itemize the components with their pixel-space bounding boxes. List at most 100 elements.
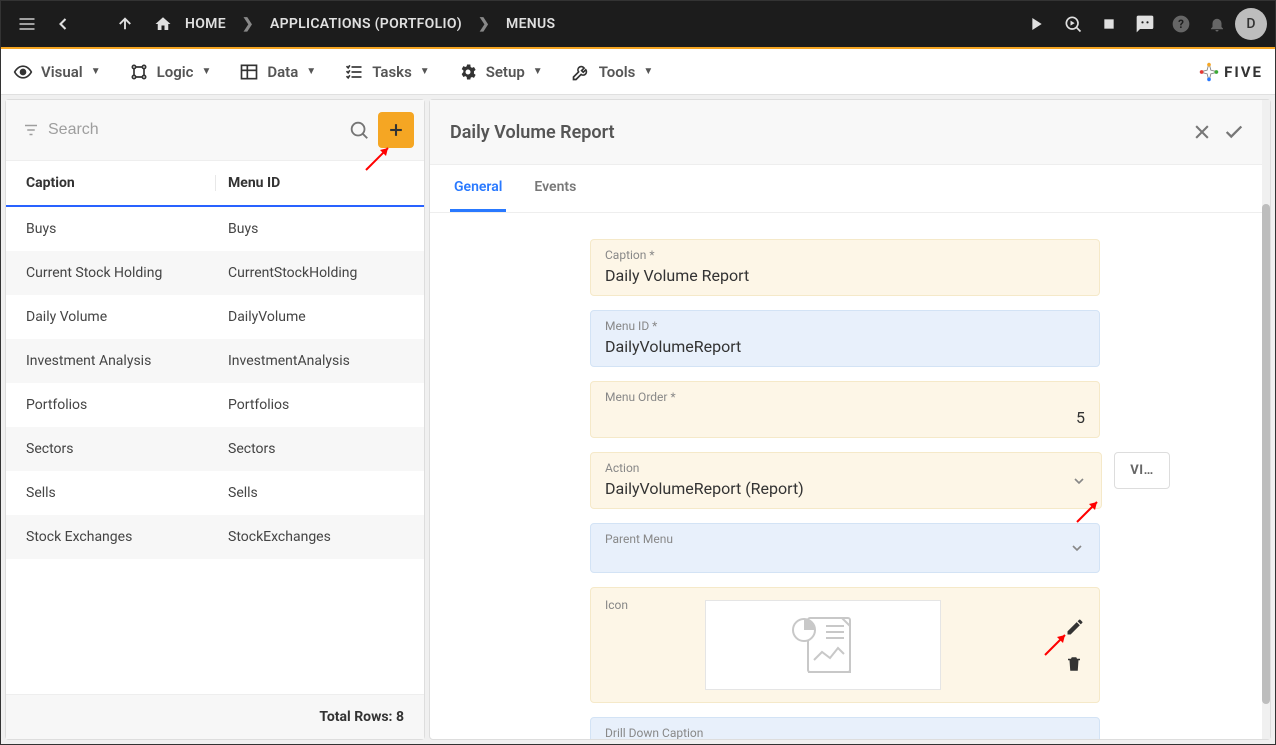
scrollbar-thumb[interactable] xyxy=(1262,204,1270,704)
menu-label: Logic xyxy=(157,63,194,81)
view-button[interactable]: VI… xyxy=(1114,452,1170,489)
menu-data[interactable]: Data▼ xyxy=(239,62,316,82)
play-icon[interactable] xyxy=(1019,6,1055,42)
cell-caption: Portfolios xyxy=(26,397,216,413)
field-menuid[interactable]: Menu ID * DailyVolumeReport xyxy=(590,310,1100,367)
menu-label: Visual xyxy=(41,63,83,81)
search-row xyxy=(6,100,424,161)
tab-events[interactable]: Events xyxy=(530,165,580,212)
cell-menuid: Sectors xyxy=(228,441,404,457)
stop-icon[interactable] xyxy=(1091,6,1127,42)
cell-menuid: DailyVolume xyxy=(228,309,404,325)
field-label: Action xyxy=(605,461,1087,475)
menu-tasks[interactable]: Tasks▼ xyxy=(344,62,430,82)
crumb-menus[interactable]: MENUS xyxy=(500,12,561,36)
column-menuid[interactable]: Menu ID xyxy=(228,175,404,191)
table-header: Caption Menu ID xyxy=(6,161,424,207)
table-row[interactable]: Sells Sells xyxy=(6,471,424,515)
search-icon[interactable] xyxy=(348,119,370,141)
cell-menuid: CurrentStockHolding xyxy=(228,265,404,281)
chevron-right-icon: ❯ xyxy=(472,16,496,32)
topbar: HOME ❯ APPLICATIONS (PORTFOLIO) ❯ MENUS … xyxy=(1,1,1275,49)
crumb-home[interactable]: HOME xyxy=(179,12,232,36)
field-parent-menu[interactable]: Parent Menu xyxy=(590,523,1100,573)
column-caption[interactable]: Caption xyxy=(26,175,216,191)
delete-icon[interactable] xyxy=(1065,655,1085,673)
menu-label: Data xyxy=(267,63,298,81)
field-value: DailyVolumeReport (Report) xyxy=(605,479,1087,498)
cell-caption: Stock Exchanges xyxy=(26,529,216,545)
cell-caption: Current Stock Holding xyxy=(26,265,216,281)
close-icon[interactable] xyxy=(1186,116,1218,148)
main-layout: Caption Menu ID BuysBuysCurrent Stock Ho… xyxy=(1,95,1275,744)
icon-preview xyxy=(705,600,941,690)
field-action[interactable]: Action DailyVolumeReport (Report) xyxy=(590,452,1102,509)
table-row[interactable]: Daily Volume DailyVolume xyxy=(6,295,424,339)
field-value: 5 xyxy=(605,408,1085,427)
hamburger-icon[interactable] xyxy=(9,6,45,42)
zoom-icon[interactable] xyxy=(1055,6,1091,42)
field-label: Menu ID * xyxy=(605,319,1085,333)
table-row[interactable]: Sectors Sectors xyxy=(6,427,424,471)
back-icon[interactable] xyxy=(45,6,81,42)
bell-icon[interactable] xyxy=(1199,6,1235,42)
cell-caption: Sectors xyxy=(26,441,216,457)
detail-header: Daily Volume Report xyxy=(430,100,1270,165)
table-row[interactable]: BuysBuys xyxy=(6,207,424,251)
cell-caption: Buys xyxy=(26,221,216,237)
cell-menuid: Portfolios xyxy=(228,397,404,413)
brand-logo: FIVE xyxy=(1198,61,1263,83)
table-row[interactable]: Stock ExchangesStockExchanges xyxy=(6,515,424,559)
tab-general[interactable]: General xyxy=(450,165,506,212)
cell-caption: Sells xyxy=(26,485,216,501)
up-icon[interactable] xyxy=(107,6,143,42)
cell-menuid: InvestmentAnalysis xyxy=(228,353,404,369)
left-panel: Caption Menu ID BuysBuysCurrent Stock Ho… xyxy=(5,99,425,740)
chevron-right-icon: ❯ xyxy=(236,16,260,32)
form-area: Caption * Daily Volume Report Menu ID * … xyxy=(430,213,1270,739)
field-label: Caption * xyxy=(605,248,1085,262)
page-title: Daily Volume Report xyxy=(450,122,615,143)
cell-caption: Daily Volume xyxy=(26,309,216,325)
edit-icon[interactable] xyxy=(1065,617,1085,637)
chevron-down-icon[interactable] xyxy=(1071,473,1087,489)
home-icon[interactable] xyxy=(151,6,175,42)
table-row[interactable]: Current Stock Holding CurrentStockHolding xyxy=(6,251,424,295)
menu-setup[interactable]: Setup▼ xyxy=(458,62,543,82)
brand-text: FIVE xyxy=(1224,63,1263,81)
annotation-arrow xyxy=(1073,496,1103,526)
add-button[interactable] xyxy=(378,112,414,148)
check-icon[interactable] xyxy=(1218,116,1250,148)
field-value: DailyVolumeReport xyxy=(605,337,1085,356)
field-label: Icon xyxy=(605,598,628,612)
avatar[interactable]: D xyxy=(1235,8,1267,40)
field-value: Daily Volume Report xyxy=(605,266,1085,285)
search-input[interactable] xyxy=(48,121,340,139)
field-label: Drill Down Caption xyxy=(605,726,1085,739)
tabs: General Events xyxy=(430,165,1270,213)
chat-icon[interactable] xyxy=(1127,6,1163,42)
cell-caption: Investment Analysis xyxy=(26,353,216,369)
menubar: Visual▼ Logic▼ Data▼ Tasks▼ Setup▼ Tools… xyxy=(1,49,1275,95)
help-icon[interactable]: ? xyxy=(1163,6,1199,42)
menu-label: Tools xyxy=(599,63,636,81)
crumb-applications[interactable]: APPLICATIONS (PORTFOLIO) xyxy=(264,12,468,36)
field-label: Parent Menu xyxy=(605,532,1085,546)
table-footer: Total Rows: 8 xyxy=(6,694,424,739)
table-row[interactable]: Investment Analysis InvestmentAnalysis xyxy=(6,339,424,383)
svg-text:?: ? xyxy=(1178,17,1184,31)
table-row[interactable]: Portfolios Portfolios xyxy=(6,383,424,427)
menu-visual[interactable]: Visual▼ xyxy=(13,62,101,82)
table-body: BuysBuys Current Stock Holding CurrentStoc… xyxy=(6,207,424,694)
menu-tools[interactable]: Tools▼ xyxy=(571,62,654,82)
right-panel: Daily Volume Report General Events Capti… xyxy=(429,99,1271,740)
menu-logic[interactable]: Logic▼ xyxy=(129,62,212,82)
cell-menuid: Sells xyxy=(228,485,404,501)
field-menuorder[interactable]: Menu Order * 5 xyxy=(590,381,1100,438)
breadcrumb: HOME ❯ APPLICATIONS (PORTFOLIO) ❯ MENUS xyxy=(151,6,561,42)
field-label: Menu Order * xyxy=(605,390,1085,404)
field-caption[interactable]: Caption * Daily Volume Report xyxy=(590,239,1100,296)
field-drill-down[interactable]: Drill Down Caption xyxy=(590,717,1100,739)
chevron-down-icon[interactable] xyxy=(1069,540,1085,556)
filter-icon[interactable] xyxy=(22,121,40,139)
